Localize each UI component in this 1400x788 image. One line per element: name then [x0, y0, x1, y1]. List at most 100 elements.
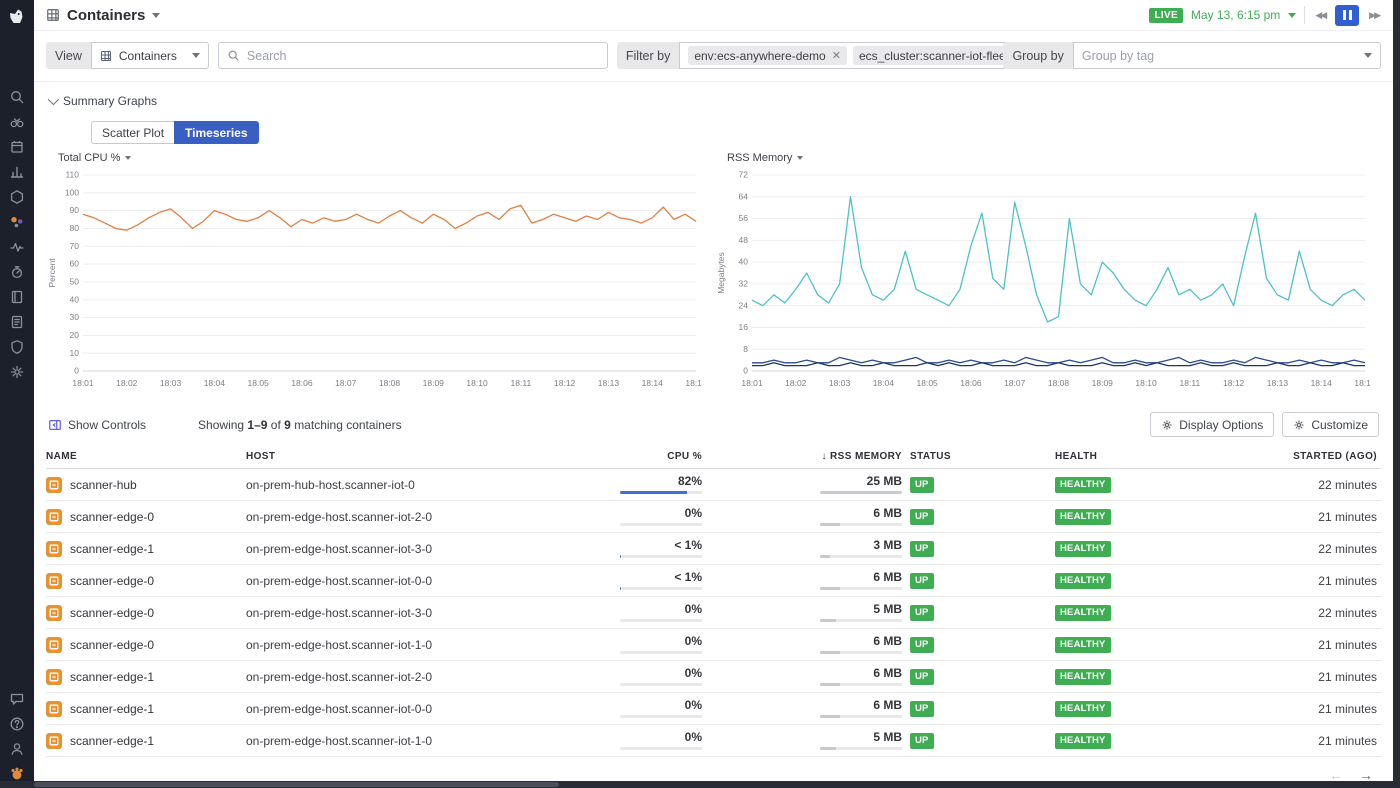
gear-icon [1161, 419, 1173, 431]
col-header-health[interactable]: HEALTH [1055, 443, 1285, 469]
horizontal-scrollbar[interactable] [0, 781, 1400, 788]
integrations-icon[interactable] [9, 364, 25, 380]
infrastructure-icon[interactable] [9, 189, 25, 205]
col-header-name[interactable]: NAME [46, 443, 246, 469]
cpu-value: 0% [618, 634, 702, 648]
table-row[interactable]: scanner-hub on-prem-hub-host.scanner-iot… [46, 469, 1381, 501]
svg-text:0: 0 [74, 366, 79, 376]
logs-icon[interactable] [9, 314, 25, 330]
search-box[interactable] [218, 42, 608, 69]
pause-button[interactable] [1335, 5, 1359, 26]
search-icon [227, 49, 240, 62]
summary-graphs-toggle[interactable]: Summary Graphs [48, 94, 1381, 108]
col-header-rss-memory[interactable]: ↓ RSS MEMORY [710, 443, 910, 469]
table-row[interactable]: scanner-edge-0 on-prem-edge-host.scanner… [46, 629, 1381, 661]
svg-text:48: 48 [739, 235, 749, 245]
host-cell[interactable]: on-prem-edge-host.scanner-iot-0-0 [246, 693, 618, 725]
host-cell[interactable]: on-prem-edge-host.scanner-iot-1-0 [246, 725, 618, 757]
search-input[interactable] [247, 49, 599, 63]
dashboards-icon[interactable] [9, 164, 25, 180]
group-by-input[interactable] [1082, 49, 1357, 63]
col-header-status[interactable]: STATUS [910, 443, 1055, 469]
watchdog-icon[interactable] [9, 114, 25, 130]
col-header-cpu[interactable]: CPU % [618, 443, 710, 469]
filter-tag[interactable]: env:ecs-anywhere-demo✕ [688, 46, 847, 65]
name-cell[interactable]: scanner-hub [46, 469, 246, 501]
table-row[interactable]: scanner-edge-1 on-prem-edge-host.scanner… [46, 693, 1381, 725]
containers-table: NAME HOST CPU % ↓ RSS MEMORY STATUS HEAL… [46, 443, 1381, 757]
group-by-input-box[interactable] [1073, 42, 1381, 69]
status-cell: UP [910, 533, 1055, 565]
apm-icon[interactable] [9, 264, 25, 280]
scrollbar-thumb[interactable] [34, 782, 559, 787]
table-row[interactable]: scanner-edge-0 on-prem-edge-host.scanner… [46, 565, 1381, 597]
filter-tags-input[interactable]: env:ecs-anywhere-demo✕ ecs_cluster:scann… [679, 42, 1053, 69]
col-header-host[interactable]: HOST [246, 443, 618, 469]
container-icon [46, 733, 62, 749]
host-cell[interactable]: on-prem-edge-host.scanner-iot-1-0 [246, 629, 618, 661]
display-options-button[interactable]: Display Options [1150, 412, 1274, 437]
group-by-chevron-down-icon[interactable] [1364, 53, 1372, 58]
host-cell[interactable]: on-prem-edge-host.scanner-iot-2-0 [246, 661, 618, 693]
name-cell[interactable]: scanner-edge-1 [46, 693, 246, 725]
title-chevron-down-icon[interactable] [152, 13, 160, 18]
col-header-started[interactable]: STARTED (AGO) [1285, 443, 1381, 469]
container-icon [46, 669, 62, 685]
view-dropdown[interactable]: Containers [91, 42, 209, 69]
host-cell[interactable]: on-prem-edge-host.scanner-iot-3-0 [246, 533, 618, 565]
search-icon[interactable] [9, 89, 25, 105]
account-icon[interactable] [9, 741, 25, 757]
name-cell[interactable]: scanner-edge-0 [46, 565, 246, 597]
health-badge: HEALTHY [1055, 733, 1111, 749]
table-row[interactable]: scanner-edge-1 on-prem-edge-host.scanner… [46, 661, 1381, 693]
table-row[interactable]: scanner-edge-1 on-prem-edge-host.scanner… [46, 533, 1381, 565]
table-row[interactable]: scanner-edge-0 on-prem-edge-host.scanner… [46, 501, 1381, 533]
rss-bar [820, 651, 902, 654]
cpu-metric-dropdown[interactable]: Total CPU % [58, 152, 701, 164]
live-badge[interactable]: LIVE [1149, 8, 1182, 23]
status-cell: UP [910, 565, 1055, 597]
table-row[interactable]: scanner-edge-1 on-prem-edge-host.scanner… [46, 725, 1381, 757]
help-icon[interactable] [9, 716, 25, 732]
notebooks-icon[interactable] [9, 289, 25, 305]
status-cell: UP [910, 629, 1055, 661]
host-cell[interactable]: on-prem-edge-host.scanner-iot-2-0 [246, 501, 618, 533]
name-cell[interactable]: scanner-edge-0 [46, 629, 246, 661]
memory-metric-dropdown[interactable]: RSS Memory [727, 152, 1370, 164]
cpu-value: 0% [618, 698, 702, 712]
name-cell[interactable]: scanner-edge-1 [46, 533, 246, 565]
tab-timeseries[interactable]: Timeseries [174, 121, 259, 144]
rewind-button[interactable]: ◀◀ [1313, 8, 1327, 23]
name-cell[interactable]: scanner-edge-1 [46, 661, 246, 693]
name-cell[interactable]: scanner-edge-1 [46, 725, 246, 757]
cpu-value: 0% [618, 666, 702, 680]
results-count: Showing 1–9 of 9 matching containers [198, 418, 402, 432]
chat-icon[interactable] [9, 691, 25, 707]
time-range-label[interactable]: May 13, 6:15 pm [1191, 8, 1280, 22]
name-cell[interactable]: scanner-edge-0 [46, 501, 246, 533]
datadog-logo[interactable] [7, 7, 27, 27]
time-chevron-down-icon[interactable] [1288, 13, 1296, 18]
customize-button[interactable]: Customize [1282, 412, 1379, 437]
host-cell[interactable]: on-prem-edge-host.scanner-iot-0-0 [246, 565, 618, 597]
container-icon [46, 509, 62, 525]
cpu-timeseries-chart[interactable]: 010203040506070809010011018:0118:0218:03… [46, 165, 701, 393]
host-cell[interactable]: on-prem-hub-host.scanner-iot-0 [246, 469, 618, 501]
fast-forward-button[interactable]: ▶▶ [1367, 8, 1381, 23]
bits-ai-icon[interactable] [9, 766, 25, 782]
host-cell[interactable]: on-prem-edge-host.scanner-iot-3-0 [246, 597, 618, 629]
remove-tag-icon[interactable]: ✕ [832, 49, 841, 62]
table-buttons: Display Options Customize [1150, 412, 1379, 437]
table-row[interactable]: scanner-edge-0 on-prem-edge-host.scanner… [46, 597, 1381, 629]
page-title-group[interactable]: Containers [46, 7, 160, 24]
show-controls-button[interactable]: Show Controls [48, 418, 146, 432]
vertical-scrollbar[interactable] [1393, 0, 1400, 781]
tab-scatter-plot[interactable]: Scatter Plot [91, 121, 174, 144]
monitors-icon[interactable] [9, 239, 25, 255]
name-cell[interactable]: scanner-edge-0 [46, 597, 246, 629]
svg-text:18:04: 18:04 [204, 378, 226, 388]
containers-icon[interactable] [9, 214, 25, 230]
memory-timeseries-chart[interactable]: 08162432404856647218:0118:0218:0318:0418… [715, 165, 1370, 393]
events-icon[interactable] [9, 139, 25, 155]
security-icon[interactable] [9, 339, 25, 355]
